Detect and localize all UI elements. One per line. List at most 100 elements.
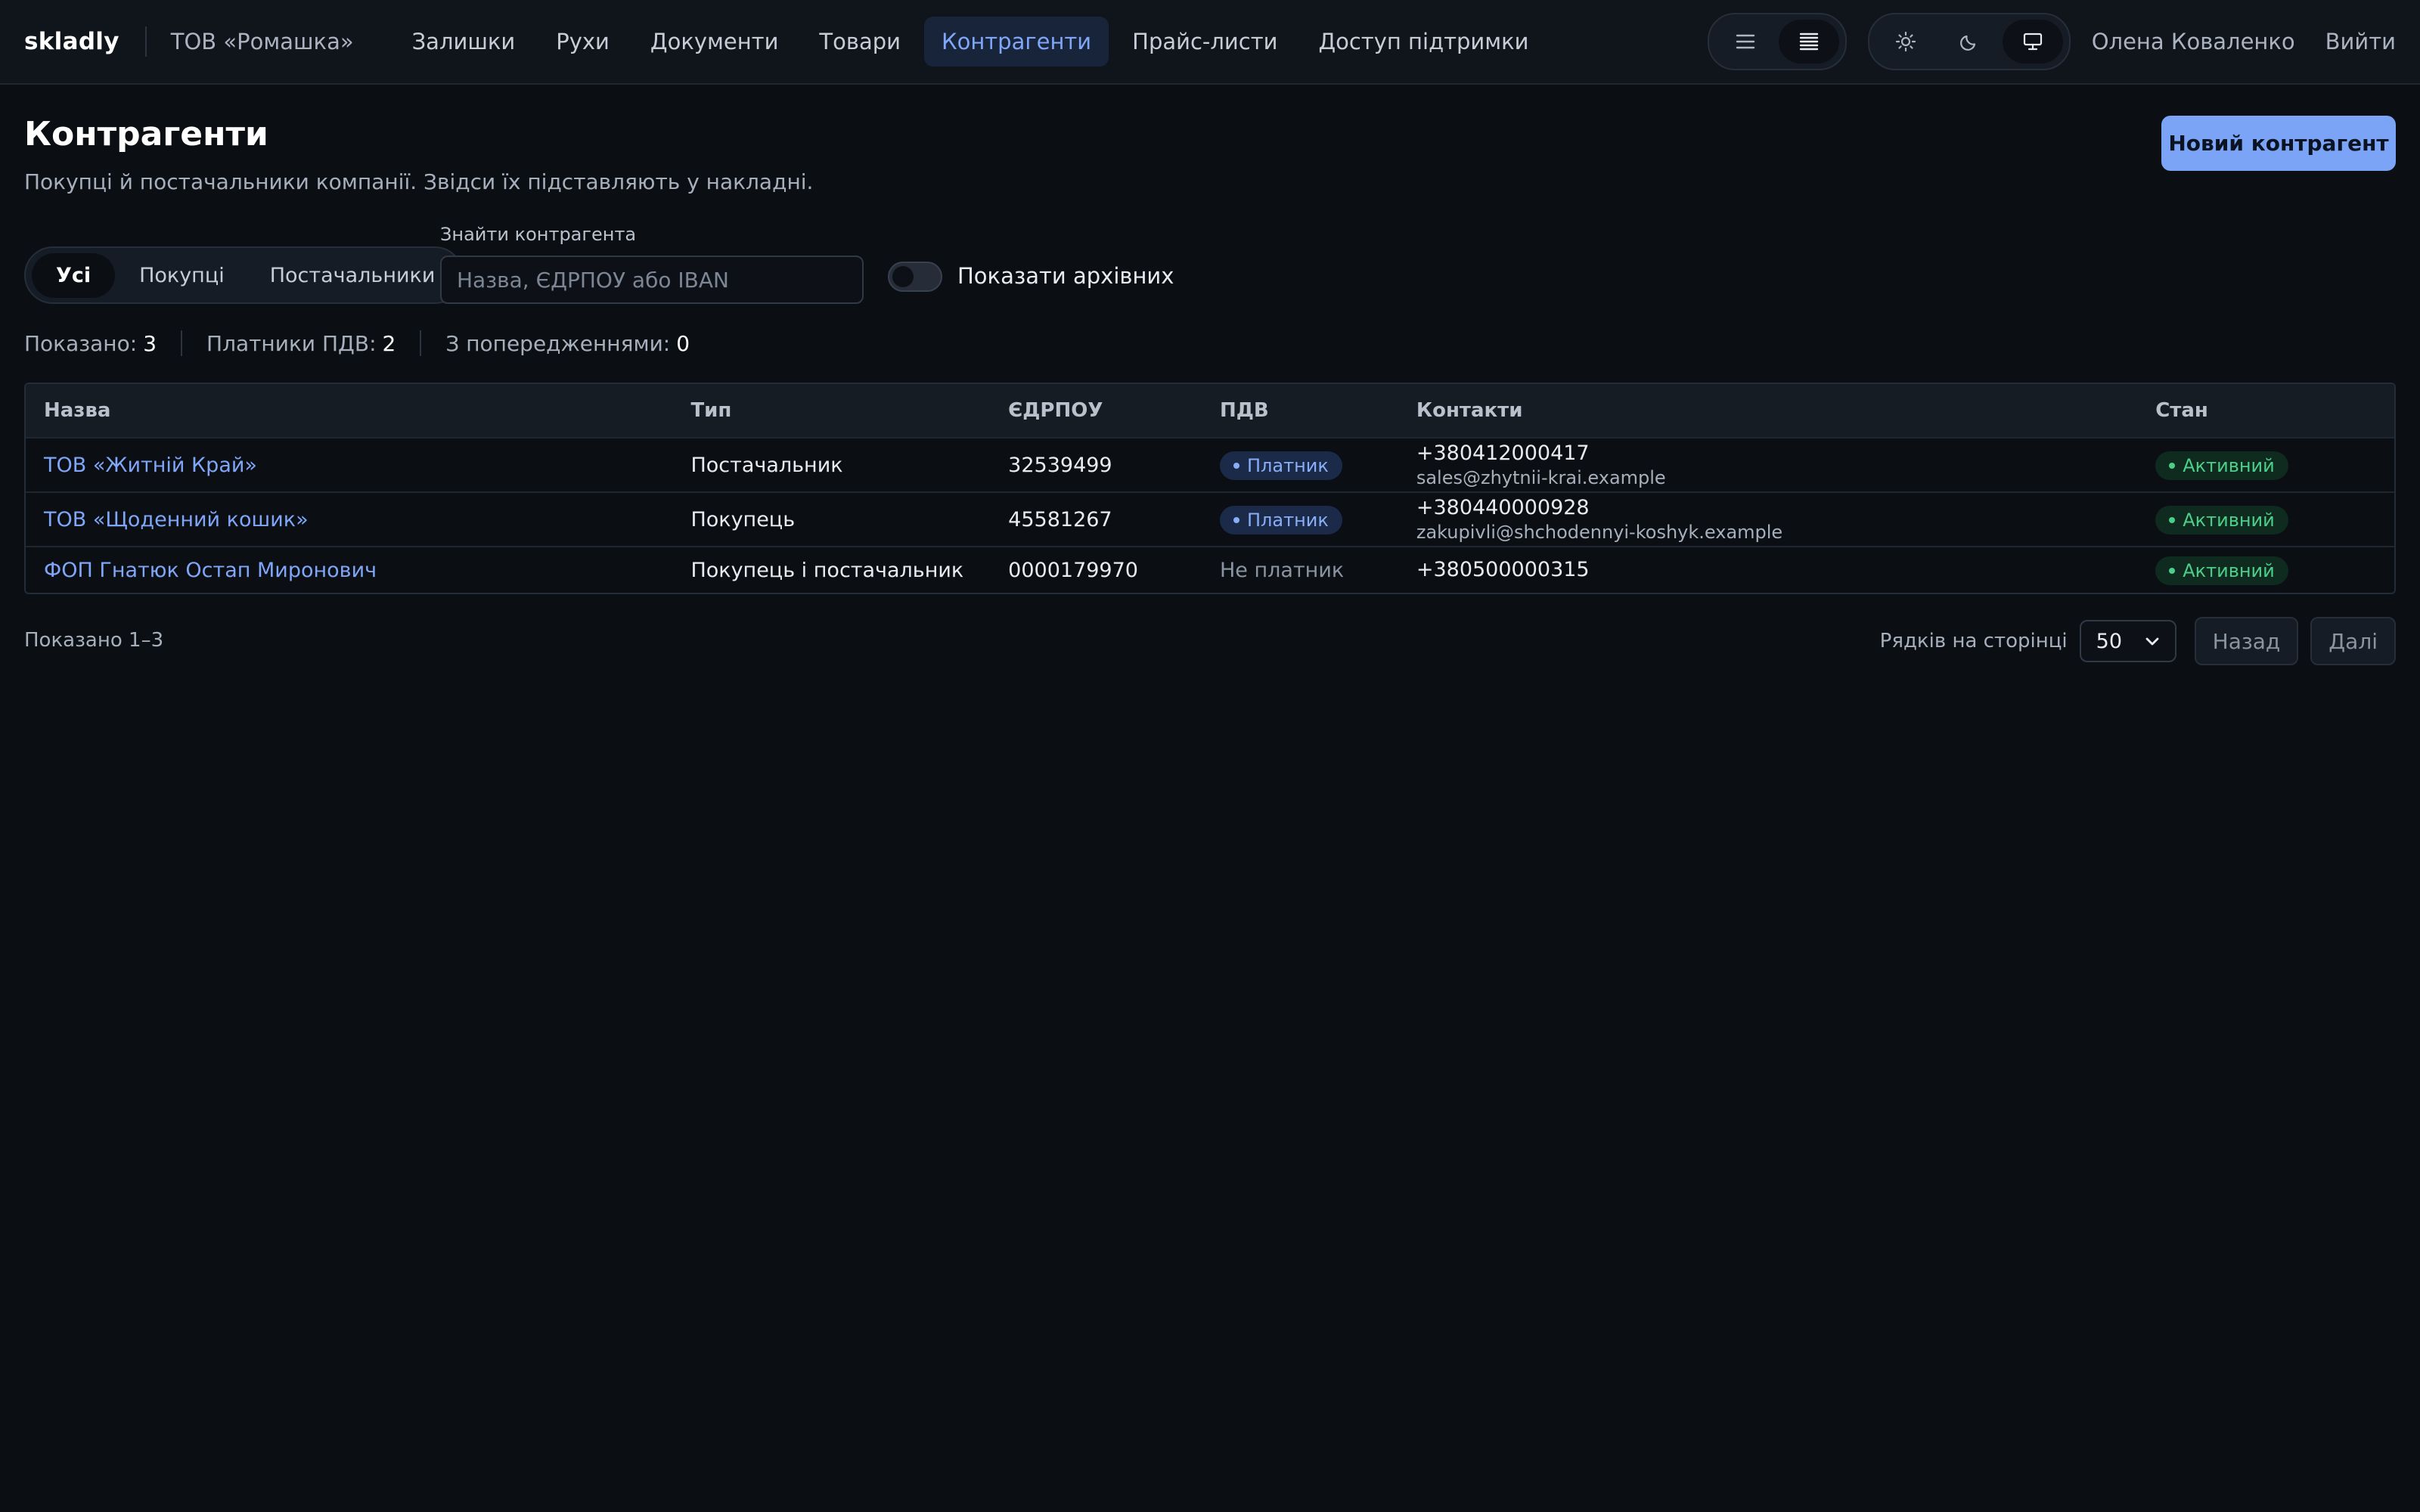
- contacts-cell: +380412000417 sales@zhytnii-krai.example: [1398, 441, 2137, 489]
- counterparty-code: 32539499: [1008, 453, 1112, 477]
- state-cell: Активний: [2137, 451, 2394, 480]
- status-badge-label: Активний: [2183, 454, 2275, 476]
- column-header-contacts[interactable]: Контакти: [1398, 399, 2137, 422]
- table-row[interactable]: ТОВ «Житній Край» Постачальник 32539499 …: [26, 437, 2394, 491]
- state-cell: Активний: [2137, 556, 2394, 585]
- archived-toggle-label[interactable]: Показати архівних: [957, 263, 1174, 289]
- counterparty-type: Постачальник: [690, 453, 843, 477]
- new-counterparty-button[interactable]: Новий контрагент: [2161, 116, 2396, 171]
- badge-dot: [2169, 567, 2176, 574]
- nav-item-price-lists[interactable]: Прайс-листи: [1115, 17, 1295, 67]
- contact-phone: +380412000417: [1416, 442, 1590, 465]
- counterparties-table: Назва Тип ЄДРПОУ ПДВ Контакти Стан ТОВ «…: [24, 383, 2396, 594]
- badge-dot: [2169, 462, 2176, 469]
- nav-item-documents[interactable]: Документи: [633, 17, 796, 67]
- status-badge: Активний: [2155, 451, 2288, 480]
- search-input[interactable]: [440, 256, 864, 304]
- badge-dot: [1233, 462, 1239, 469]
- counterparty-code: 0000179970: [1008, 558, 1138, 582]
- stat-divider: [181, 330, 183, 356]
- status-badge: Активний: [2155, 556, 2288, 585]
- contact-email: zakupivli@shchodennyi-koshyk.example: [1416, 522, 1783, 543]
- top-bar: skladly ТОВ «Ромашка» Залишки Рухи Докум…: [0, 0, 2420, 85]
- page-subtitle: Покупці й постачальники компанії. Звідси…: [24, 169, 814, 194]
- vat-badge: Платник: [1220, 451, 1342, 480]
- contacts-cell: +380500000315: [1398, 557, 2137, 583]
- vat-cell: Платник: [1202, 451, 1398, 480]
- status-badge-label: Активний: [2183, 509, 2275, 531]
- nav-item-counterparties[interactable]: Контрагенти: [924, 17, 1109, 67]
- table-header: Назва Тип ЄДРПОУ ПДВ Контакти Стан: [26, 384, 2394, 437]
- vat-badge: Платник: [1220, 505, 1342, 534]
- density-switcher: [1707, 13, 1847, 70]
- vat-status-text: Не платник: [1220, 558, 1345, 582]
- type-filter-tabs: Усі Покупці Постачальники: [24, 246, 464, 304]
- per-page-label: Рядків на сторінці: [1879, 630, 2068, 652]
- nav-item-movements[interactable]: Рухи: [538, 17, 627, 67]
- vat-cell: Платник: [1202, 505, 1398, 534]
- nav-item-stock[interactable]: Залишки: [395, 17, 533, 67]
- table-row[interactable]: ТОВ «Щоденний кошик» Покупець 45581267 П…: [26, 491, 2394, 546]
- counterparty-code: 45581267: [1008, 507, 1112, 531]
- page-title: Контрагенти: [24, 115, 268, 153]
- badge-dot: [2169, 516, 2176, 523]
- counterparty-name-link[interactable]: ТОВ «Житній Край»: [26, 454, 672, 477]
- vat-badge-label: Платник: [1247, 509, 1329, 531]
- stat-shown-label: Показано:: [24, 330, 138, 356]
- contact-phone: +380500000315: [1416, 558, 1590, 581]
- compact-list-icon[interactable]: [1778, 20, 1839, 64]
- column-header-name[interactable]: Назва: [26, 399, 672, 422]
- counterparty-type: Покупець і постачальник: [690, 558, 964, 582]
- tab-suppliers[interactable]: Постачальники: [249, 253, 457, 298]
- sun-icon[interactable]: [1876, 20, 1936, 64]
- vat-badge-label: Платник: [1247, 454, 1329, 476]
- archived-toggle[interactable]: [888, 262, 942, 292]
- search-label: Знайти контрагента: [440, 224, 637, 245]
- user-name[interactable]: Олена Коваленко: [2092, 29, 2295, 54]
- pagination: Рядків на сторінці 50 Назад Далі: [1880, 617, 2396, 665]
- monitor-icon[interactable]: [2002, 20, 2063, 64]
- chevron-down-icon: [2145, 637, 2159, 646]
- stat-vat-label: Платники ПДВ:: [206, 330, 377, 356]
- moon-icon[interactable]: [1939, 20, 2000, 64]
- theme-switcher: [1867, 13, 2071, 70]
- contacts-cell: +380440000928 zakupivli@shchodennyi-kosh…: [1398, 495, 2137, 544]
- column-header-vat[interactable]: ПДВ: [1202, 399, 1398, 422]
- table-row[interactable]: ФОП Гнатюк Остап Миронович Покупець і по…: [26, 546, 2394, 593]
- per-page-value: 50: [2096, 629, 2123, 653]
- counterparty-type: Покупець: [690, 507, 796, 531]
- column-header-type[interactable]: Тип: [672, 399, 990, 422]
- stat-warnings-label: З попередженнями:: [445, 330, 671, 356]
- main-nav: Залишки Рухи Документи Товари Контрагент…: [395, 17, 1547, 67]
- state-cell: Активний: [2137, 505, 2394, 534]
- tab-all[interactable]: Усі: [32, 253, 116, 298]
- per-page-select[interactable]: 50: [2079, 620, 2176, 662]
- status-badge: Активний: [2155, 505, 2288, 534]
- counterparty-name-link[interactable]: ФОП Гнатюк Остап Миронович: [26, 559, 672, 582]
- column-header-state[interactable]: Стан: [2137, 399, 2394, 422]
- contact-phone: +380440000928: [1416, 496, 1590, 519]
- stat-vat-value: 2: [382, 330, 396, 356]
- nav-item-support-access[interactable]: Доступ підтримки: [1301, 17, 1546, 67]
- brand-logo[interactable]: skladly: [24, 28, 119, 55]
- badge-dot: [1233, 516, 1239, 523]
- brand-divider: [144, 26, 147, 57]
- tab-buyers[interactable]: Покупці: [118, 253, 246, 298]
- summary-stats: Показано: 3 Платники ПДВ: 2 З попереджен…: [24, 330, 690, 357]
- list-icon[interactable]: [1715, 20, 1776, 64]
- column-header-code[interactable]: ЄДРПОУ: [990, 399, 1202, 422]
- next-page-button[interactable]: Далі: [2310, 617, 2396, 665]
- status-badge-label: Активний: [2183, 559, 2275, 581]
- counterparty-name-link[interactable]: ТОВ «Щоденний кошик»: [26, 508, 672, 531]
- stat-divider: [420, 330, 422, 356]
- toggle-knob: [892, 266, 914, 287]
- stat-warnings-value: 0: [676, 330, 690, 356]
- prev-page-button[interactable]: Назад: [2194, 617, 2299, 665]
- logout-button[interactable]: Вийти: [2325, 29, 2396, 54]
- shown-range: Показано 1–3: [24, 629, 164, 652]
- stat-shown-value: 3: [143, 330, 157, 356]
- nav-item-products[interactable]: Товари: [802, 17, 918, 67]
- contact-email: sales@zhytnii-krai.example: [1416, 467, 1666, 488]
- company-name: ТОВ «Ромашка»: [170, 29, 354, 54]
- topbar-actions: Олена Коваленко Вийти: [1707, 13, 2396, 70]
